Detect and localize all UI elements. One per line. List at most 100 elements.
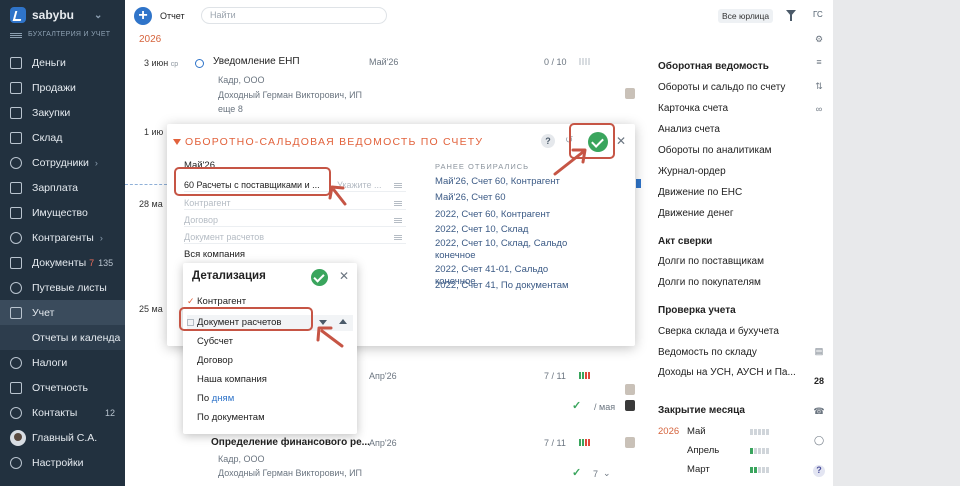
earlier-item[interactable]: 2022, Счет 60, Контрагент	[435, 209, 585, 221]
chevron-down-icon[interactable]: ⌄	[94, 10, 102, 21]
move-up-icon[interactable]	[339, 319, 347, 324]
close-month[interactable]: Май	[687, 426, 706, 437]
chevron-down-icon[interactable]: ⌄	[603, 468, 611, 479]
report-link[interactable]: Движение по ЕНС	[658, 187, 742, 198]
row-more[interactable]: еще 8	[218, 104, 243, 114]
sidebar-item-money[interactable]: Деньги	[0, 50, 125, 75]
detail-apply-button[interactable]	[311, 269, 328, 286]
menu-icon[interactable]	[10, 32, 22, 34]
report-link[interactable]: Обороты и сальдо по счету	[658, 82, 785, 93]
report-link[interactable]: Карточка счета	[658, 103, 728, 114]
help-icon[interactable]: ?	[813, 465, 825, 477]
sidebar-item-warehouse[interactable]: Склад	[0, 125, 125, 150]
link-icon[interactable]: ∞	[813, 104, 825, 116]
close-month[interactable]: Март	[687, 464, 710, 475]
close-icon[interactable]: ✕	[616, 134, 626, 148]
row-score: 7 / 11	[544, 438, 566, 448]
list-icon[interactable]	[394, 183, 402, 184]
sidebar-item-employees[interactable]: Сотрудники ›	[0, 150, 125, 175]
note-icon[interactable]: ▤	[813, 346, 825, 358]
counterparty-field[interactable]: Контрагент	[184, 197, 406, 210]
attachment-thumb[interactable]	[625, 437, 635, 448]
sidebar-item-counterparties[interactable]: Контрагенты ›	[0, 225, 125, 250]
month-status	[750, 448, 769, 454]
sidebar-item-documents[interactable]: Документы 7 135	[0, 250, 125, 275]
detail-option[interactable]: Наша компания	[197, 374, 267, 385]
search-input[interactable]: Найти	[201, 7, 387, 24]
sidebar-item-profile[interactable]: Главный С.А.	[0, 425, 125, 450]
move-down-icon[interactable]	[319, 320, 327, 325]
list-icon[interactable]	[394, 201, 402, 202]
close-icon[interactable]: ✕	[339, 269, 349, 283]
attachment-thumb[interactable]	[625, 384, 635, 395]
sidebar-item-taxes[interactable]: Налоги	[0, 350, 125, 375]
close-month[interactable]: Апрель	[687, 445, 719, 456]
row-title[interactable]: Уведомление ЕНП	[213, 56, 300, 67]
field-placeholder: Договор	[184, 215, 218, 225]
settings-icon[interactable]: ⚙	[813, 34, 825, 46]
row-sub: Доходный Герман Викторович, ИП	[218, 90, 363, 100]
sidebar-item-salary[interactable]: Зарплата	[0, 175, 125, 200]
sort-icon[interactable]: ≡	[813, 57, 825, 69]
dialog-title: ОБОРОТНО-САЛЬДОВАЯ ВЕДОМОСТЬ ПО СЧЕТУ	[173, 136, 483, 148]
report-link[interactable]: Обороты по аналитикам	[658, 145, 772, 156]
send-icon	[10, 256, 22, 269]
dialog-title-text: ОБОРОТНО-САЛЬДОВАЯ ВЕДОМОСТЬ ПО СЧЕТУ	[185, 136, 484, 148]
detail-option-by-days[interactable]: По дням	[197, 393, 234, 404]
report-link[interactable]: Долги по покупателям	[658, 277, 761, 288]
detail-option-checked[interactable]: Контрагент	[197, 296, 246, 307]
attachment-thumb[interactable]	[625, 88, 635, 99]
report-link[interactable]: Ведомость по складу	[658, 347, 757, 358]
list-icon[interactable]	[394, 218, 402, 219]
contract-field[interactable]: Договор	[184, 214, 406, 227]
org-selector[interactable]: Все юрлица	[718, 9, 774, 23]
filter-icon[interactable]	[786, 10, 796, 21]
sidebar-item-accounting[interactable]: Учет	[0, 300, 125, 325]
help-button[interactable]: ?	[541, 134, 555, 148]
sidebar-item-label: Учет	[32, 306, 55, 319]
row-title[interactable]: Определение финансового ре...	[211, 437, 370, 448]
sidebar-item-label: Путевые листы	[32, 281, 107, 294]
highlight-frame	[569, 123, 615, 159]
sidebar-item-purchases[interactable]: Закупки	[0, 100, 125, 125]
sidebar-subitem-reports[interactable]: Отчеты и календа	[0, 325, 125, 350]
report-button[interactable]: Отчет	[160, 11, 185, 21]
sidebar-item-reporting[interactable]: Отчетность	[0, 375, 125, 400]
report-link[interactable]: Сверка склада и бухучета	[658, 326, 779, 337]
chat-icon[interactable]: ◯	[813, 435, 825, 447]
detail-option[interactable]: Субсчет	[197, 336, 233, 347]
export-icon[interactable]: ⇅	[813, 81, 825, 93]
report-link[interactable]: Журнал-ордер	[658, 166, 726, 177]
row-sub: Доходный Герман Викторович, ИП	[218, 468, 363, 478]
list-icon[interactable]	[394, 235, 402, 236]
option-link[interactable]: дням	[212, 393, 234, 404]
detail-popup: Детализация ✕ ✓ Контрагент Документ расч…	[179, 263, 357, 434]
sidebar-item-contacts[interactable]: Контакты 12	[0, 400, 125, 425]
sidebar-item-settings[interactable]: Настройки	[0, 450, 125, 475]
report-link[interactable]: Долги по поставщикам	[658, 256, 764, 267]
settlement-doc-field[interactable]: Документ расчетов	[184, 231, 406, 244]
report-link[interactable]: Анализ счета	[658, 124, 720, 135]
add-button[interactable]: +	[134, 7, 152, 25]
logo[interactable]: sabybu ⌄	[10, 7, 102, 23]
sidebar-item-sales[interactable]: Продажи	[0, 75, 125, 100]
attachment-thumb[interactable]	[625, 400, 635, 411]
calendar-icon[interactable]: 28	[813, 376, 825, 388]
company-selector[interactable]: Вся компания	[184, 249, 245, 260]
detail-option[interactable]: По документам	[197, 412, 265, 423]
sidebar-item-waybills[interactable]: Путевые листы	[0, 275, 125, 300]
detail-option[interactable]: Договор	[197, 355, 233, 366]
phone-icon[interactable]: ☎	[813, 406, 825, 418]
earlier-item[interactable]: 2022, Счет 41, По документам	[435, 280, 585, 292]
earlier-item[interactable]: 2022, Счет 10, Склад	[435, 224, 585, 236]
report-link[interactable]: Доходы на УСН, АУСН и Па...	[658, 367, 796, 378]
earlier-item[interactable]: 2022, Счет 10, Склад, Сальдо конечное	[435, 238, 570, 262]
row-date: 3 июн ср	[144, 58, 179, 68]
user-initials[interactable]: ГС	[813, 10, 823, 19]
sidebar-item-property[interactable]: Имущество	[0, 200, 125, 225]
earlier-item[interactable]: Май'26, Счет 60	[435, 192, 585, 204]
field-placeholder: Контрагент	[184, 198, 231, 208]
report-link[interactable]: Движение денег	[658, 208, 734, 219]
option-text: По	[197, 393, 212, 404]
earlier-item[interactable]: Май'26, Счет 60, Контрагент	[435, 176, 585, 188]
